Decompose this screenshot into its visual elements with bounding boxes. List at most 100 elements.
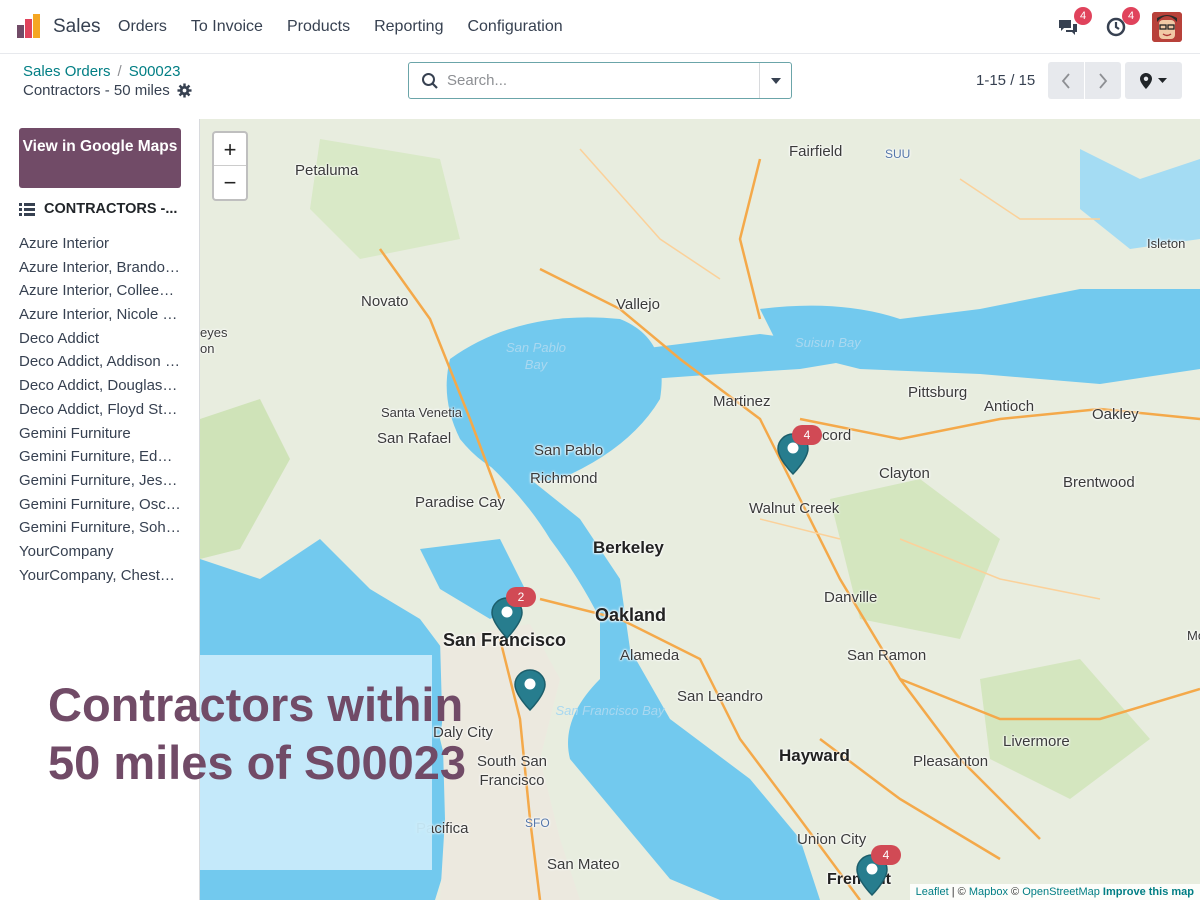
place-label: South San Francisco — [476, 753, 548, 789]
place-label: on — [200, 341, 215, 356]
zoom-out-button[interactable]: − — [214, 166, 246, 199]
activities-button[interactable]: 4 — [1104, 7, 1140, 39]
place-label: San Rafael — [377, 430, 452, 447]
list-item[interactable]: YourCompany — [19, 540, 181, 564]
marker-count-badge: 4 — [792, 425, 822, 445]
map-view-switcher[interactable] — [1125, 62, 1182, 99]
list-item[interactable]: Gemini Furniture, Soham Palmer — [19, 516, 181, 540]
list-item[interactable]: Deco Addict, Floyd Steward — [19, 398, 181, 422]
view-in-google-maps-button[interactable]: View in Google Maps — [19, 128, 181, 188]
map-pin-icon — [514, 669, 546, 712]
openstreetmap-link[interactable]: OpenStreetMap — [1022, 886, 1100, 898]
leaflet-link[interactable]: Leaflet — [916, 886, 949, 898]
records-list-header: CONTRACTORS -... — [19, 201, 189, 217]
page-title: Contractors - 50 miles — [23, 82, 170, 99]
activities-count-badge: 4 — [1122, 7, 1140, 25]
place-label: Oakland — [595, 605, 667, 625]
mapbox-link[interactable]: Mapbox — [969, 886, 1008, 898]
search-input[interactable] — [447, 63, 759, 98]
pager-value[interactable]: 1-15 / 15 — [976, 72, 1035, 89]
user-avatar[interactable] — [1152, 12, 1182, 42]
app-name[interactable]: Sales — [53, 16, 101, 38]
list-item[interactable]: Azure Interior — [19, 232, 181, 256]
menu-configuration[interactable]: Configuration — [467, 18, 562, 36]
sales-app-icon[interactable] — [16, 13, 42, 39]
list-item[interactable]: Gemini Furniture, Oscar Morgan — [19, 493, 181, 517]
top-navbar: Sales Orders To Invoice Products Reporti… — [0, 0, 1200, 54]
place-label: Petaluma — [295, 162, 359, 179]
caption-overlay: Contractors within 50 miles of S00023 — [48, 678, 467, 789]
place-label: Union City — [797, 831, 867, 848]
place-label: Richmond — [530, 470, 598, 487]
place-label: Mou — [1187, 628, 1200, 643]
place-label: San Pablo — [534, 442, 604, 459]
place-label: SUU — [885, 147, 911, 161]
zoom-control: + − — [212, 131, 248, 201]
place-label: Martinez — [713, 393, 771, 410]
list-item[interactable]: Gemini Furniture, Jesse Brown — [19, 469, 181, 493]
list-item[interactable]: Deco Addict — [19, 327, 181, 351]
menu-products[interactable]: Products — [287, 18, 350, 36]
pager-previous-button[interactable] — [1048, 62, 1084, 99]
messages-count-badge: 4 — [1074, 7, 1092, 25]
caret-down-icon — [770, 77, 781, 84]
search-options-toggle[interactable] — [759, 63, 791, 98]
place-label: Vallejo — [616, 296, 660, 313]
place-label: Antioch — [984, 398, 1035, 415]
place-label: Danville — [824, 589, 878, 606]
place-label: Pleasanton — [913, 753, 989, 770]
search-icon[interactable] — [421, 72, 439, 90]
list-header-label: CONTRACTORS -... — [44, 201, 178, 217]
place-label: SFO — [525, 816, 550, 830]
pager-next-button[interactable] — [1085, 62, 1121, 99]
menu-orders[interactable]: Orders — [118, 18, 167, 36]
list-item[interactable]: Azure Interior, Brandon Freeman — [19, 256, 181, 280]
breadcrumb-separator: / — [117, 63, 122, 80]
place-label: Berkeley — [593, 538, 664, 557]
breadcrumb-sales-orders[interactable]: Sales Orders — [23, 63, 111, 80]
breadcrumb-order[interactable]: S00023 — [129, 63, 181, 80]
list-item[interactable]: Azure Interior, Colleen Diaz — [19, 279, 181, 303]
place-label: cord — [822, 427, 852, 444]
place-label: San Leandro — [677, 688, 763, 705]
caret-down-icon — [1158, 77, 1167, 83]
zoom-in-button[interactable]: + — [214, 133, 246, 166]
place-label: Hayward — [779, 746, 850, 765]
place-label: eyes — [200, 325, 228, 340]
list-item[interactable]: Deco Addict, Douglas Fletcher — [19, 374, 181, 398]
gear-icon[interactable] — [177, 83, 192, 98]
list-item[interactable]: Azure Interior, Nicole Ford — [19, 303, 181, 327]
marker-count-badge: 4 — [871, 845, 901, 865]
list-item[interactable]: Gemini Furniture, Edwin Hansen — [19, 445, 181, 469]
systray: 4 4 — [1056, 7, 1182, 44]
list-item[interactable]: Deco Addict, Addison Olson — [19, 350, 181, 374]
messages-button[interactable]: 4 — [1056, 7, 1092, 39]
place-label: Livermore — [1003, 733, 1070, 750]
water-label: San Francisco Bay — [555, 703, 665, 718]
water-label: Suisun Bay — [795, 335, 861, 350]
breadcrumb: Sales Orders / S00023 — [23, 63, 180, 80]
place-label: Walnut Creek — [749, 500, 840, 517]
view-title: Contractors - 50 miles — [23, 82, 192, 99]
list-item[interactable]: Gemini Furniture — [19, 422, 181, 446]
place-label: Clayton — [879, 465, 930, 482]
map-attribution: Leaflet | © Mapbox © OpenStreetMap Impro… — [909, 884, 1200, 900]
attribution-separator: | © — [951, 886, 966, 898]
list-item[interactable]: YourCompany, Chester Reed — [19, 564, 181, 588]
chevron-left-icon — [1061, 72, 1070, 89]
place-label: Novato — [361, 293, 409, 310]
place-label: Alameda — [620, 647, 680, 664]
place-label: Pittsburg — [908, 384, 968, 401]
chevron-right-icon — [1099, 72, 1108, 89]
attribution-separator: © — [1011, 886, 1020, 898]
place-label: San Mateo — [547, 856, 620, 873]
map-marker[interactable] — [513, 668, 547, 712]
place-label: Isleton — [1147, 236, 1186, 251]
improve-map-link[interactable]: Improve this map — [1103, 886, 1194, 898]
map-marker-icon — [1140, 72, 1152, 89]
place-label: Fairfield — [789, 143, 843, 160]
place-label: San Ramon — [847, 647, 927, 664]
menu-reporting[interactable]: Reporting — [374, 18, 443, 36]
place-label: Oakley — [1092, 406, 1139, 423]
menu-to-invoice[interactable]: To Invoice — [191, 18, 263, 36]
